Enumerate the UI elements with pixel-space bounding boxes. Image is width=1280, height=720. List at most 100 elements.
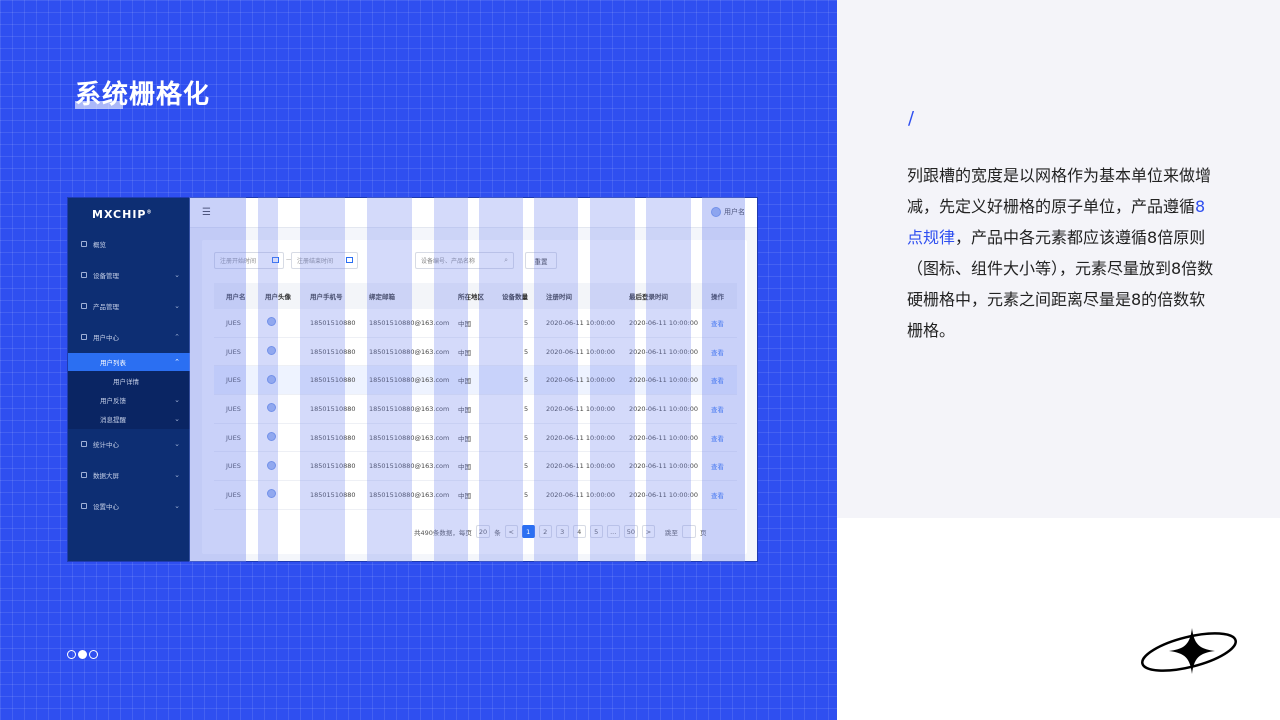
goto-page-input[interactable] (681, 525, 696, 538)
page-indicator (67, 650, 98, 659)
cell-last_login: 2020-06-11 10:00:00 (629, 404, 699, 413)
view-link[interactable]: 查看 (711, 404, 724, 414)
sidebar-item-label: 设备管理 (93, 272, 119, 280)
sidebar-item-label: 用户详情 (113, 378, 139, 386)
view-link[interactable]: 查看 (711, 318, 724, 328)
cell-registered: 2020-06-11 10:00:00 (546, 347, 616, 356)
cell-region: 中国 (458, 434, 471, 443)
sidebar-item-7[interactable]: 用户反馈 ⌄ (68, 391, 190, 409)
page-button: ... (606, 525, 620, 538)
product-icon (81, 303, 87, 309)
user-avatar-icon (267, 403, 276, 413)
screen-icon (81, 472, 87, 478)
search-placeholder: 设备编号、产品名称 (421, 258, 476, 265)
user-avatar-icon (267, 460, 276, 470)
cell-name: JUES (226, 347, 241, 356)
calendar-icon (272, 257, 279, 263)
brand-star-icon (1141, 628, 1237, 674)
cell-last_login: 2020-06-11 10:00:00 (629, 462, 699, 471)
reset-button[interactable]: 重置 (525, 252, 557, 269)
user-avatar (711, 207, 721, 217)
page-button[interactable]: 2 (538, 525, 552, 538)
table-row[interactable]: JUES 18501510880 18501510880@163.com 中国 5 202… (214, 395, 737, 424)
cell-region: 中国 (458, 491, 471, 500)
cell-registered: 2020-06-11 10:00:00 (546, 318, 616, 327)
cell-email: 18501510880@163.com (369, 347, 450, 356)
view-link[interactable]: 查看 (711, 433, 724, 443)
sidebar-item-9[interactable]: 统计中心 ⌄ (68, 435, 190, 453)
view-link[interactable]: 查看 (711, 490, 724, 500)
table-header-row: 用户名 用户头像 用户手机号 绑定邮箱 所在地区 设备数量 注册时间 最后登录时间 操作 (214, 283, 737, 309)
chevron-down-icon: ⌄ (174, 396, 180, 404)
user-avatar-icon (267, 489, 276, 499)
table-row[interactable]: JUES 18501510880 18501510880@163.com 中国 5 202… (214, 366, 737, 396)
column-header: 设备数量 (502, 293, 528, 301)
next-page-button[interactable]: > (641, 525, 655, 538)
table-row[interactable]: JUES 18501510880 18501510880@163.com 中国 5 202… (214, 481, 737, 510)
user-avatar-cell (267, 403, 276, 414)
cell-devices: 5 (524, 347, 529, 356)
cell-email: 18501510880@163.com (369, 490, 450, 499)
page-button[interactable]: 5 (589, 525, 603, 538)
sidebar-item-label: 消息提醒 (100, 416, 126, 424)
sidebar-item-2[interactable]: 设备管理 ⌄ (68, 266, 190, 284)
page-button[interactable]: 4 (572, 525, 586, 538)
column-header: 用户名 (226, 293, 246, 301)
page-button[interactable]: 50 (623, 525, 638, 538)
chevron-down-icon: ⌄ (174, 415, 180, 423)
column-header: 用户手机号 (310, 293, 343, 301)
user-avatar-icon (267, 317, 276, 327)
prev-page-button[interactable]: < (504, 525, 518, 538)
page-button[interactable]: 1 (521, 525, 535, 538)
end-date-picker[interactable]: 注册结束时间 (291, 252, 358, 269)
cell-registered: 2020-06-11 10:00:00 (546, 433, 616, 442)
cell-devices: 5 (524, 318, 529, 327)
table-row[interactable]: JUES 18501510880 18501510880@163.com 中国 5 202… (214, 424, 737, 453)
page-dot[interactable] (89, 650, 98, 659)
user-avatar-icon (267, 374, 276, 384)
sidebar-item-label: 用户中心 (93, 334, 119, 342)
page-dot[interactable] (78, 650, 87, 659)
sidebar-item-6[interactable]: 用户详情 (68, 372, 190, 390)
start-date-picker[interactable]: 注册开始时间 (214, 252, 284, 269)
sidebar-item-3[interactable]: 产品管理 ⌄ (68, 297, 190, 315)
view-link[interactable]: 查看 (711, 375, 724, 385)
start-date-placeholder: 注册开始时间 (220, 258, 257, 265)
user-menu[interactable]: 用户名 (711, 207, 745, 217)
sidebar-item-4[interactable]: 用户中心 ⌃ (68, 328, 190, 346)
table-row[interactable]: JUES 18501510880 18501510880@163.com 中国 5 202… (214, 309, 737, 338)
column-header: 用户头像 (265, 293, 291, 301)
slash-mark: / (908, 108, 915, 129)
menu-toggle-icon[interactable]: ☰ (202, 207, 211, 218)
cell-last_login: 2020-06-11 10:00:00 (629, 490, 699, 499)
cell-name: JUES (226, 318, 241, 327)
cell-last_login: 2020-06-11 10:00:00 (629, 376, 699, 385)
sidebar-item-1[interactable]: 概览 (68, 235, 190, 253)
page-button[interactable]: 3 (555, 525, 569, 538)
top-bar: ☰ 用户名 (190, 198, 757, 228)
page-dot[interactable] (67, 650, 76, 659)
cell-name: JUES (226, 376, 241, 385)
title-underline (75, 101, 123, 109)
page-size-select[interactable]: 20 (475, 525, 491, 538)
cell-devices: 5 (524, 462, 529, 471)
calendar-icon (346, 257, 353, 263)
table-row[interactable]: JUES 18501510880 18501510880@163.com 中国 5 202… (214, 452, 737, 482)
sidebar-item-5[interactable]: 用户列表 ⌃ (68, 353, 190, 371)
user-table: 用户名 用户头像 用户手机号 绑定邮箱 所在地区 设备数量 注册时间 最后登录时间 操作 JUES… (214, 283, 737, 510)
app-mockup: MXCHIP® 概览 设备管理 ⌄ 产品管理 ⌄ 用户中心 ⌃ 用户列表 ⌃ 用户详情 用户反馈 ⌄ 消… (67, 197, 758, 562)
sidebar-item-11[interactable]: 设置中心 ⌄ (68, 497, 190, 515)
sidebar-item-10[interactable]: 数据大屏 ⌄ (68, 466, 190, 484)
chevron-down-icon: ⌄ (174, 471, 180, 479)
sidebar-item-8[interactable]: 消息提醒 ⌄ (68, 410, 190, 428)
view-link[interactable]: 查看 (711, 461, 724, 471)
goto-label: 跳至 (664, 528, 678, 537)
device-icon (81, 272, 87, 278)
view-link[interactable]: 查看 (711, 347, 724, 357)
cell-phone: 18501510880 (310, 318, 356, 327)
user-avatar-icon (267, 346, 276, 356)
cell-email: 18501510880@163.com (369, 462, 450, 471)
table-row[interactable]: JUES 18501510880 18501510880@163.com 中国 5 202… (214, 338, 737, 367)
search-input[interactable]: 设备编号、产品名称 ⌕ (415, 252, 514, 269)
sidebar-item-label: 设置中心 (93, 503, 119, 511)
